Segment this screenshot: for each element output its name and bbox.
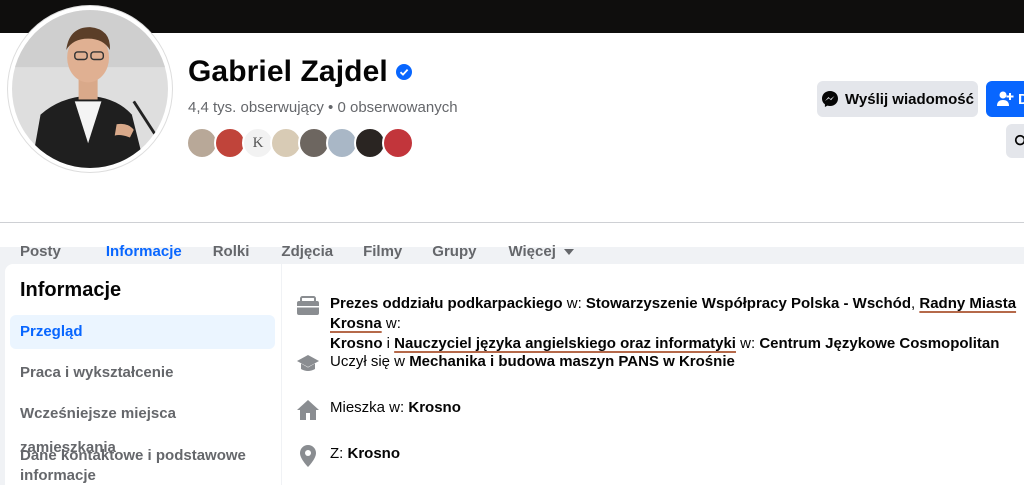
tab-label: Więcej [508, 243, 556, 260]
education-row: Uczył się w Mechanika i budowa maszyn PA… [296, 352, 735, 376]
lives-row: Mieszka w: Krosno [296, 398, 461, 422]
briefcase-icon [297, 296, 319, 315]
hometown-text: Z: Krosno [330, 444, 400, 464]
work-organization[interactable]: Centrum Językowe Cosmopolitan [759, 335, 999, 352]
lives-place[interactable]: Krosno [408, 399, 461, 416]
work-role[interactable]: Prezes oddziału podkarpackiego [330, 295, 563, 312]
hometown-place[interactable]: Krosno [348, 445, 401, 462]
messenger-icon [822, 91, 839, 107]
send-message-button[interactable]: Wyślij wiadomość [817, 81, 978, 117]
add-friend-label: D [1018, 90, 1024, 108]
sidebar-item-label: Dane kontaktowe i podstawowe [20, 447, 246, 464]
about-overview: Prezes oddziału podkarpackiego w: Stowar… [282, 264, 1024, 485]
work-organization[interactable]: Krosno [330, 335, 383, 352]
add-friend-button[interactable]: D [986, 81, 1024, 117]
more-options-button[interactable] [1006, 124, 1024, 158]
education-text: Uczył się w Mechanika i budowa maszyn PA… [330, 352, 735, 372]
lives-prefix: Mieszka w: [330, 399, 409, 416]
verified-badge-icon [395, 64, 412, 80]
sidebar-item-overview[interactable]: Przegląd [10, 315, 275, 349]
work-separator: i [382, 335, 395, 352]
sidebar-item-label: Praca i wykształcenie [20, 364, 174, 381]
profile-name: Gabriel Zajdel [188, 55, 388, 88]
work-organization[interactable]: Stowarzyszenie Współpracy Polska - Wschó… [586, 295, 911, 312]
search-icon [1014, 134, 1024, 146]
education-prefix: Uczył się w [330, 353, 410, 370]
followers-count[interactable]: 4,4 tys. obserwujący • 0 obserwowanych [188, 99, 458, 116]
sidebar-item-work-education[interactable]: Praca i wykształcenie [10, 356, 275, 390]
tab-label: Grupy [432, 243, 477, 260]
avatar-letter: K [252, 134, 264, 151]
add-friend-icon [997, 91, 1014, 106]
cover-photo[interactable] [0, 0, 1024, 33]
chevron-down-icon [563, 248, 574, 255]
sidebar-item-places-lived[interactable]: Wcześniejsze miejsca zamieszkania [10, 397, 275, 456]
sidebar-title: Informacje [20, 279, 122, 301]
hometown-prefix: Z: [330, 445, 348, 462]
home-icon [297, 400, 319, 420]
sidebar-item-label: informacje [20, 467, 96, 484]
sidebar-item-contact-info[interactable]: Dane kontaktowe i podstawowe informacje [10, 446, 275, 485]
tab-label: Zdjęcia [281, 243, 334, 260]
graduation-cap-icon [297, 355, 319, 371]
sidebar-item-label: Przegląd [20, 323, 83, 340]
work-row: Prezes oddziału podkarpackiego w: Stowar… [296, 294, 1024, 354]
profile-avatar[interactable] [8, 6, 172, 172]
location-pin-icon [300, 445, 316, 467]
tab-label: Informacje [105, 243, 182, 260]
tab-label: Rolki [212, 243, 250, 260]
follower-avatars: K [186, 127, 414, 159]
follower-avatar[interactable] [382, 127, 414, 159]
work-connector: w: [735, 335, 760, 352]
tab-label: Posty [20, 243, 61, 260]
lives-text: Mieszka w: Krosno [330, 398, 461, 418]
education-school[interactable]: Mechanika i budowa maszyn PANS w Krośnie [409, 353, 735, 370]
work-text: Prezes oddziału podkarpackiego w: Stowar… [330, 294, 1024, 354]
tab-label: Filmy [363, 243, 403, 260]
profile-photo [12, 10, 168, 168]
work-connector: w: [381, 315, 401, 332]
hometown-row: Z: Krosno [296, 444, 400, 468]
send-message-label: Wyślij wiadomość [845, 90, 974, 108]
about-sidebar: Informacje Przegląd Praca i wykształceni… [5, 264, 281, 485]
profile-name-row: Gabriel Zajdel [188, 55, 412, 89]
work-connector: w: [562, 295, 586, 312]
work-role[interactable]: Nauczyciel języka angielskiego oraz info… [394, 335, 736, 352]
